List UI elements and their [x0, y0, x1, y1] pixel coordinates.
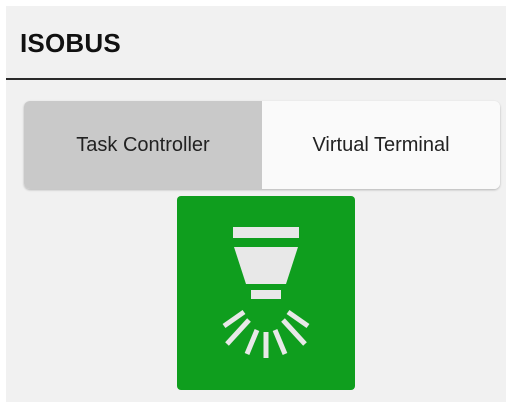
- title-divider: [6, 78, 506, 80]
- page-title: ISOBUS: [20, 28, 121, 58]
- tab-task-controller[interactable]: Task Controller: [24, 101, 262, 189]
- tab-virtual-terminal[interactable]: Virtual Terminal: [262, 101, 500, 189]
- nozzle-spray-tile[interactable]: [177, 196, 355, 390]
- tab-bar: Task Controller Virtual Terminal: [24, 101, 500, 189]
- header: ISOBUS: [6, 6, 506, 78]
- isobus-panel: ISOBUS Task Controller Virtual Terminal: [6, 6, 506, 402]
- nozzle-spray-icon: [222, 227, 310, 358]
